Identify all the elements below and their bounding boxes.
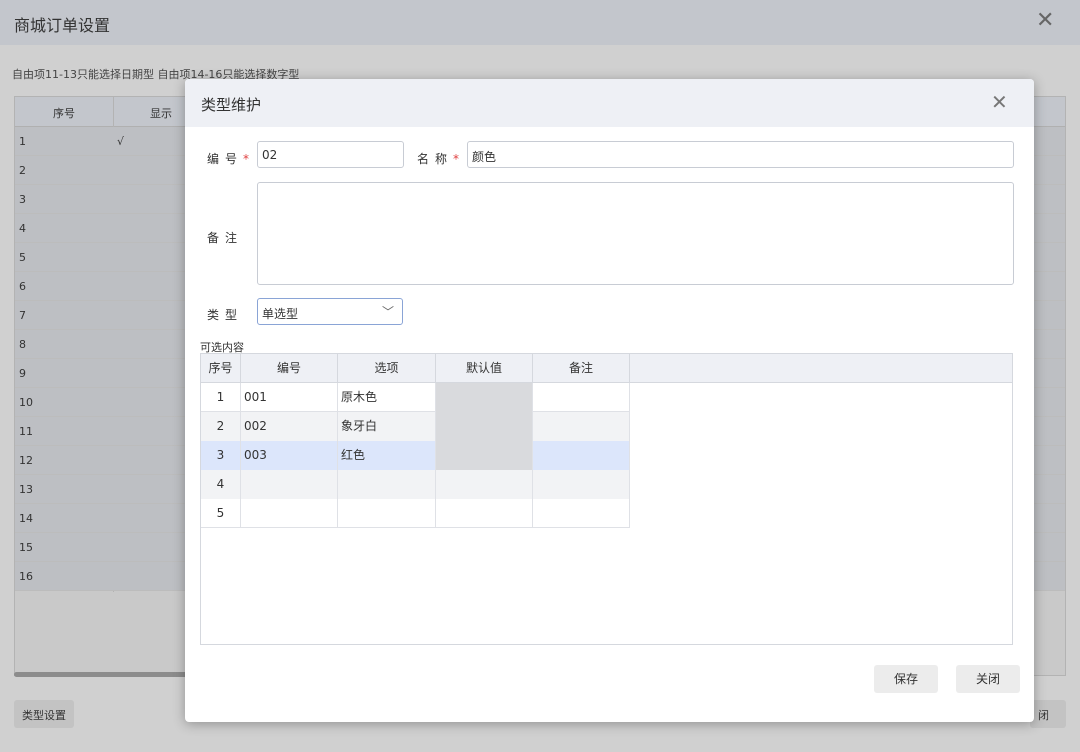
background-row-index: 16 <box>19 570 33 583</box>
grid-header-index: 序号 <box>201 354 241 383</box>
background-row-index: 15 <box>19 541 33 554</box>
grid-cell-index[interactable]: 3 <box>201 441 241 470</box>
grid-cell-option[interactable]: 红色 <box>338 441 436 470</box>
background-col-index: 序号 <box>53 107 75 120</box>
background-scrollbar[interactable] <box>14 672 194 677</box>
chevron-down-icon: ﹀ <box>381 305 394 319</box>
grid-header: 序号 编号 选项 默认值 备注 <box>201 354 1012 383</box>
grid-cell-option[interactable]: 原木色 <box>338 383 436 412</box>
type-select-value: 单选型 <box>262 307 299 321</box>
table-row[interactable]: 4 <box>201 470 630 499</box>
close-button[interactable]: 关闭 <box>956 665 1020 693</box>
name-input[interactable]: 颜色 <box>467 141 1014 168</box>
background-row-index: 12 <box>19 454 33 467</box>
close-icon[interactable]: ✕ <box>991 92 1008 112</box>
background-row-index: 8 <box>19 338 26 351</box>
grid-cell-default[interactable] <box>436 470 533 499</box>
save-button[interactable]: 保存 <box>874 665 938 693</box>
required-mark: * <box>243 152 250 166</box>
background-row-index: 11 <box>19 425 33 438</box>
required-mark: * <box>453 152 460 166</box>
grid-cell-default[interactable] <box>436 383 533 412</box>
type-settings-button[interactable]: 类型设置 <box>14 700 74 728</box>
grid-header-option: 选项 <box>338 354 436 383</box>
grid-cell-default[interactable] <box>436 441 533 470</box>
grid-cell-code[interactable] <box>241 470 338 499</box>
background-title: 商城订单设置 <box>14 16 111 35</box>
background-row-show: √ <box>117 135 125 148</box>
grid-cell-option[interactable]: 象牙白 <box>338 412 436 441</box>
type-select[interactable]: 单选型 ﹀ <box>257 298 403 325</box>
grid-cell-code[interactable] <box>241 499 338 528</box>
background-col-show: 显示 <box>150 107 172 120</box>
background-header: 商城订单设置 ✕ <box>0 0 1080 45</box>
remark-textarea[interactable] <box>257 182 1014 285</box>
grid-cell-default[interactable] <box>436 499 533 528</box>
background-row-index: 7 <box>19 309 26 322</box>
type-label: 类型 <box>207 308 244 322</box>
background-row-index: 6 <box>19 280 26 293</box>
background-close-icon[interactable]: ✕ <box>1036 10 1054 32</box>
background-row-index: 9 <box>19 367 26 380</box>
remark-label: 备注 <box>207 231 244 245</box>
grid-cell-code[interactable]: 003 <box>241 441 338 470</box>
grid-cell-default[interactable] <box>436 412 533 441</box>
grid-cell-code[interactable]: 002 <box>241 412 338 441</box>
grid-cell-option[interactable] <box>338 470 436 499</box>
background-row-index: 2 <box>19 164 26 177</box>
background-row-index: 1 <box>19 135 26 148</box>
background-row-index: 3 <box>19 193 26 206</box>
grid-header-code: 编号 <box>241 354 338 383</box>
grid-cell-remark[interactable] <box>533 499 630 528</box>
dialog-title: 类型维护 <box>201 96 262 114</box>
grid-cell-index[interactable]: 1 <box>201 383 241 412</box>
table-row[interactable]: 1 001 原木色 <box>201 383 630 412</box>
name-label: 名称* <box>417 152 460 166</box>
grid-cell-remark[interactable] <box>533 412 630 441</box>
grid-cell-code[interactable]: 001 <box>241 383 338 412</box>
background-close-button[interactable]: 闭 <box>1030 700 1066 728</box>
table-row[interactable]: 5 <box>201 499 630 528</box>
background-row-index: 5 <box>19 251 26 264</box>
code-label: 编号* <box>207 152 250 166</box>
options-grid: 序号 编号 选项 默认值 备注 1 001 原木色 2 002 象牙白 3 003 红色 4 5 <box>200 353 1013 645</box>
grid-cell-index[interactable]: 5 <box>201 499 241 528</box>
grid-header-default: 默认值 <box>436 354 533 383</box>
grid-cell-remark[interactable] <box>533 383 630 412</box>
table-row[interactable]: 2 002 象牙白 <box>201 412 630 441</box>
dialog-header: 类型维护 ✕ <box>185 79 1034 127</box>
background-row-index: 4 <box>19 222 26 235</box>
grid-cell-remark[interactable] <box>533 470 630 499</box>
grid-cell-index[interactable]: 4 <box>201 470 241 499</box>
code-input[interactable]: 02 <box>257 141 404 168</box>
grid-cell-index[interactable]: 2 <box>201 412 241 441</box>
table-row[interactable]: 3 003 红色 <box>201 441 630 470</box>
grid-cell-remark[interactable] <box>533 441 630 470</box>
grid-cell-option[interactable] <box>338 499 436 528</box>
background-row-index: 10 <box>19 396 33 409</box>
background-row-index: 13 <box>19 483 33 496</box>
grid-header-remark: 备注 <box>533 354 630 383</box>
background-row-index: 14 <box>19 512 33 525</box>
type-maintenance-dialog: 类型维护 ✕ 编号* 02 名称* 颜色 备注 类型 单选型 ﹀ 可选内容 序号… <box>185 79 1034 722</box>
